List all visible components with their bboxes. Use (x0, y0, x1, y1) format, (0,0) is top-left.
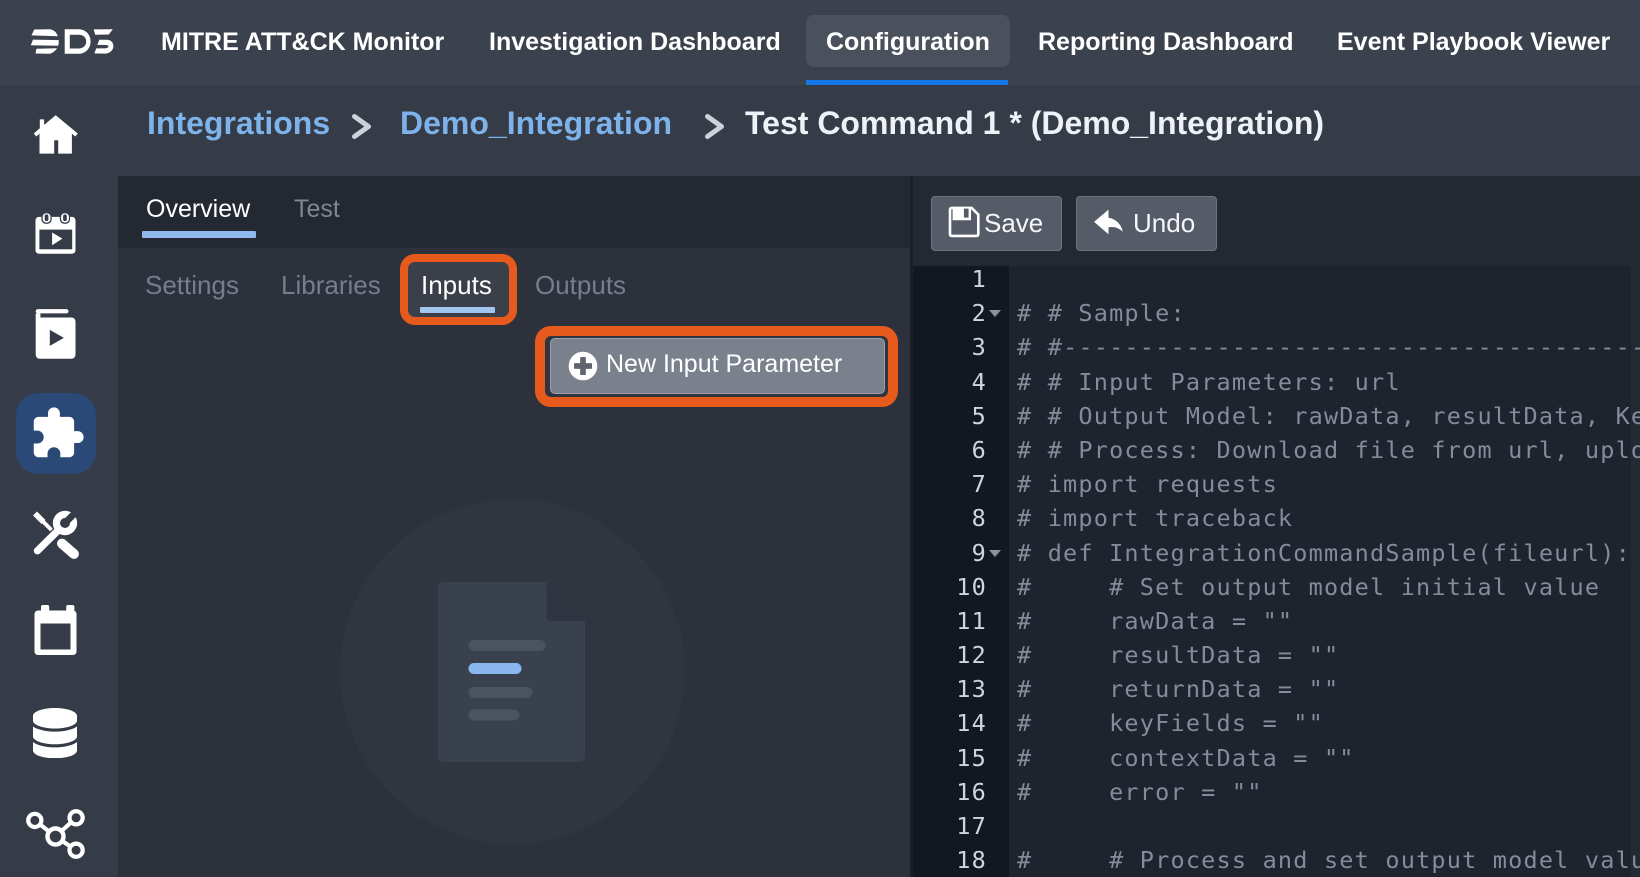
line-number: 8 (913, 501, 987, 535)
code-text: # # Process and set output model value (1017, 843, 1640, 877)
code-text: # contextData = "" (1017, 741, 1355, 775)
code-line-12: 12 # resultData = "" (913, 638, 1640, 672)
nav-item-event-playbook-viewer[interactable]: Event Playbook Viewer (1337, 0, 1610, 85)
undo-button-label: Undo (1133, 196, 1195, 251)
line-number: 2 (913, 296, 987, 330)
database-icon (33, 708, 77, 758)
code-line-7: 7 # import requests (913, 467, 1640, 501)
line-number: 4 (913, 365, 987, 399)
code-line-16: 16 # error = "" (913, 775, 1640, 809)
code-line-9: 9 # def IntegrationCommandSample(fileurl)… (913, 536, 1640, 570)
fold-arrow-icon[interactable] (989, 550, 1001, 557)
line-number: 10 (913, 570, 987, 604)
empty-document-icon (437, 581, 587, 764)
line-number: 14 (913, 706, 987, 740)
d3-logo-icon[interactable] (30, 26, 115, 58)
sidebar-item-home[interactable] (31, 111, 79, 159)
home-icon (31, 111, 79, 159)
line-number: 12 (913, 638, 987, 672)
line-number: 17 (913, 809, 987, 843)
code-line-15: 15 # contextData = "" (913, 741, 1640, 775)
plus-circle-icon (568, 351, 598, 381)
line-number: 6 (913, 433, 987, 467)
code-text: # resultData = "" (1017, 638, 1339, 672)
calendar-play-icon (34, 210, 78, 256)
code-line-17: 17 (913, 809, 1640, 843)
floppy-icon (948, 205, 981, 238)
breadcrumb-integrations[interactable]: Integrations (147, 85, 330, 176)
line-number: 9 (913, 536, 987, 570)
nav-item-mitre-attack-monitor[interactable]: MITRE ATT&CK Monitor (161, 0, 444, 85)
new-input-parameter-label: New Input Parameter (606, 338, 842, 394)
tab-overview-underline (142, 231, 256, 238)
chevron-right-icon (351, 113, 373, 141)
tab-test[interactable]: Test (294, 176, 340, 248)
code-text: # #-------------------------------------… (1017, 330, 1640, 364)
code-text: # # Output Model: rawData, resultData, K… (1017, 399, 1640, 433)
line-number: 18 (913, 843, 987, 877)
sidebar-item-calendar[interactable] (34, 604, 77, 656)
code-line-1: 1 (913, 266, 1640, 296)
sidebar-item-calendar-play[interactable] (34, 210, 78, 256)
code-text: # keyFields = "" (1017, 706, 1324, 740)
code-text: # returnData = "" (1017, 672, 1339, 706)
sidebar-item-playbook[interactable] (34, 308, 78, 360)
code-line-14: 14 # keyFields = "" (913, 706, 1640, 740)
top-navigation-bar: MITRE ATT&CK Monitor Investigation Dashb… (0, 0, 1640, 85)
line-number: 5 (913, 399, 987, 433)
sidebar-item-share[interactable] (26, 806, 88, 860)
code-text: # error = "" (1017, 775, 1263, 809)
line-number: 16 (913, 775, 987, 809)
code-text: # rawData = "" (1017, 604, 1293, 638)
subtab-outputs[interactable]: Outputs (535, 263, 626, 307)
code-line-10: 10 # # Set output model initial value (913, 570, 1640, 604)
code-text: # def IntegrationCommandSample(fileurl): (1017, 536, 1631, 570)
code-line-4: 4 # # Input Parameters: url (913, 365, 1640, 399)
code-line-11: 11 # rawData = "" (913, 604, 1640, 638)
subtab-settings[interactable]: Settings (145, 263, 239, 307)
code-line-2: 2 # # Sample: (913, 296, 1640, 330)
line-number: 7 (913, 467, 987, 501)
breadcrumb-demo-integration[interactable]: Demo_Integration (400, 85, 672, 176)
calendar-icon (34, 604, 77, 656)
code-text: # import requests (1017, 467, 1278, 501)
code-text: # # Process: Download file from url, upl… (1017, 433, 1640, 467)
sidebar-item-database[interactable] (33, 708, 77, 758)
share-icon (26, 806, 88, 860)
chevron-right-icon (704, 113, 726, 141)
sidebar-item-puzzle[interactable] (29, 405, 86, 462)
code-text: # # Sample: (1017, 296, 1186, 330)
code-line-13: 13 # returnData = "" (913, 672, 1640, 706)
code-line-3: 3 # #------------------------------------… (913, 330, 1640, 364)
editor-lines: 12 # # Sample: 3 # #-----------------------… (913, 266, 1640, 877)
line-number: 13 (913, 672, 987, 706)
subtab-inputs[interactable]: Inputs (421, 263, 492, 307)
puzzle-icon (29, 405, 86, 462)
code-line-8: 8 # import traceback (913, 501, 1640, 535)
breadcrumb-current-page: Test Command 1 * (Demo_Integration) (745, 85, 1324, 176)
code-editor[interactable]: 12 # # Sample: 3 # #-----------------------… (913, 266, 1640, 877)
code-text: # # Set output model initial value (1017, 570, 1600, 604)
subtab-inputs-underline (420, 307, 495, 313)
playbook-icon (34, 308, 78, 360)
code-text: # # Input Parameters: url (1017, 365, 1401, 399)
code-line-5: 5 # # Output Model: rawData, resultData, … (913, 399, 1640, 433)
code-line-6: 6 # # Process: Download file from url, up… (913, 433, 1640, 467)
nav-item-investigation-dashboard[interactable]: Investigation Dashboard (489, 0, 781, 85)
nav-item-reporting-dashboard[interactable]: Reporting Dashboard (1038, 0, 1294, 85)
sidebar-item-tools[interactable] (28, 505, 86, 560)
save-button-label: Save (984, 196, 1043, 251)
tools-icon (28, 505, 86, 560)
undo-arrow-icon (1089, 203, 1129, 243)
line-number: 15 (913, 741, 987, 775)
line-number: 1 (913, 266, 987, 296)
fold-arrow-icon[interactable] (989, 310, 1001, 317)
subtab-libraries[interactable]: Libraries (281, 263, 381, 307)
code-text: # import traceback (1017, 501, 1293, 535)
app-root: MITRE ATT&CK Monitor Investigation Dashb… (0, 0, 1640, 877)
line-number: 3 (913, 330, 987, 364)
nav-item-configuration[interactable]: Configuration (826, 0, 990, 85)
code-line-18: 18 # # Process and set output model value (913, 843, 1640, 877)
line-number: 11 (913, 604, 987, 638)
